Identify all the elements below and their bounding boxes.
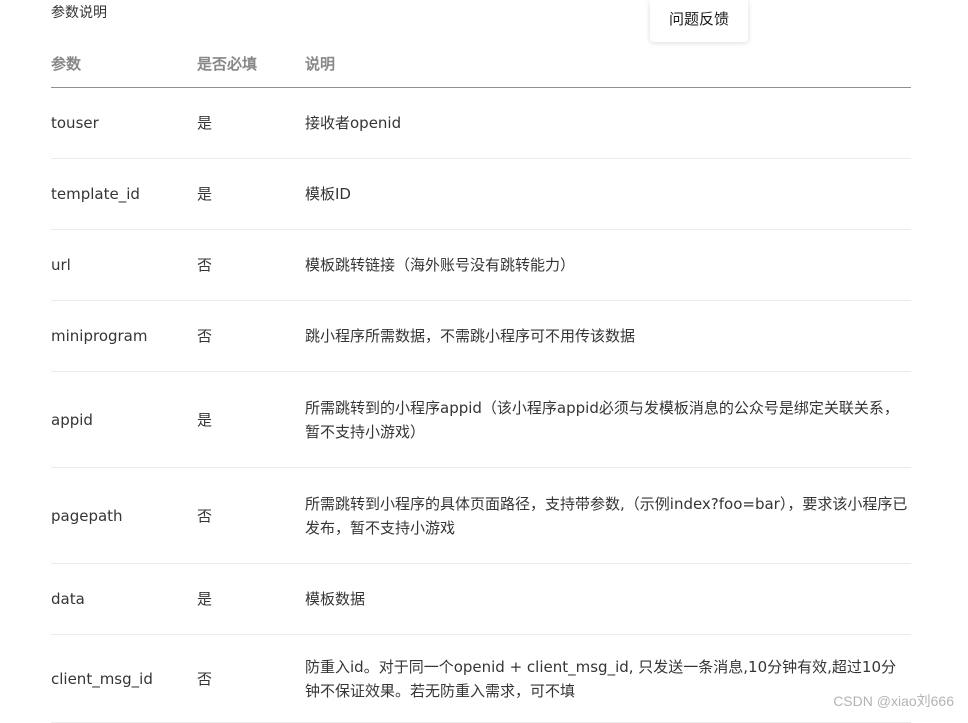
table-row: miniprogram 否 跳小程序所需数据，不需跳小程序可不用传该数据 xyxy=(51,300,911,372)
header-description: 说明 xyxy=(305,40,911,88)
table-row: template_id 是 模板ID xyxy=(51,158,911,230)
param-description: 所需跳转到的小程序appid（该小程序appid必须与发模板消息的公众号是绑定关… xyxy=(305,371,911,468)
table-row: touser 是 接收者openid xyxy=(51,87,911,159)
param-description: 所需跳转到小程序的具体页面路径，支持带参数,（示例index?foo=bar），… xyxy=(305,467,911,564)
required-flag: 否 xyxy=(197,229,305,301)
param-description: 模板数据 xyxy=(305,563,911,635)
table-row: data 是 模板数据 xyxy=(51,563,911,635)
param-name: appid xyxy=(51,371,197,468)
param-description: 防重入id。对于同一个openid + client_msg_id, 只发送一条… xyxy=(305,634,911,723)
param-name: pagepath xyxy=(51,467,197,564)
param-description: 跳小程序所需数据，不需跳小程序可不用传该数据 xyxy=(305,300,911,372)
param-description: 模板ID xyxy=(305,158,911,230)
param-description: 接收者openid xyxy=(305,87,911,159)
params-table: 参数 是否必填 说明 touser 是 接收者openid template_i… xyxy=(51,40,911,723)
header-param: 参数 xyxy=(51,40,197,88)
param-name: miniprogram xyxy=(51,300,197,372)
table-row: client_msg_id 否 防重入id。对于同一个openid + clie… xyxy=(51,634,911,723)
table-row: url 否 模板跳转链接（海外账号没有跳转能力） xyxy=(51,229,911,301)
feedback-button[interactable]: 问题反馈 xyxy=(650,0,748,42)
required-flag: 是 xyxy=(197,371,305,468)
param-name: data xyxy=(51,563,197,635)
param-name: template_id xyxy=(51,158,197,230)
param-description: 模板跳转链接（海外账号没有跳转能力） xyxy=(305,229,911,301)
param-name: touser xyxy=(51,87,197,159)
table-row: pagepath 否 所需跳转到小程序的具体页面路径，支持带参数,（示例inde… xyxy=(51,467,911,564)
csdn-watermark: CSDN @xiao刘666 xyxy=(833,693,954,709)
required-flag: 是 xyxy=(197,563,305,635)
table-header-row: 参数 是否必填 说明 xyxy=(51,40,911,88)
required-flag: 否 xyxy=(197,634,305,723)
table-row: appid 是 所需跳转到的小程序appid（该小程序appid必须与发模板消息… xyxy=(51,371,911,468)
required-flag: 是 xyxy=(197,87,305,159)
required-flag: 否 xyxy=(197,300,305,372)
required-flag: 是 xyxy=(197,158,305,230)
header-required: 是否必填 xyxy=(197,40,305,88)
required-flag: 否 xyxy=(197,467,305,564)
section-title: 参数说明 xyxy=(51,5,107,21)
param-name: client_msg_id xyxy=(51,634,197,723)
param-name: url xyxy=(51,229,197,301)
